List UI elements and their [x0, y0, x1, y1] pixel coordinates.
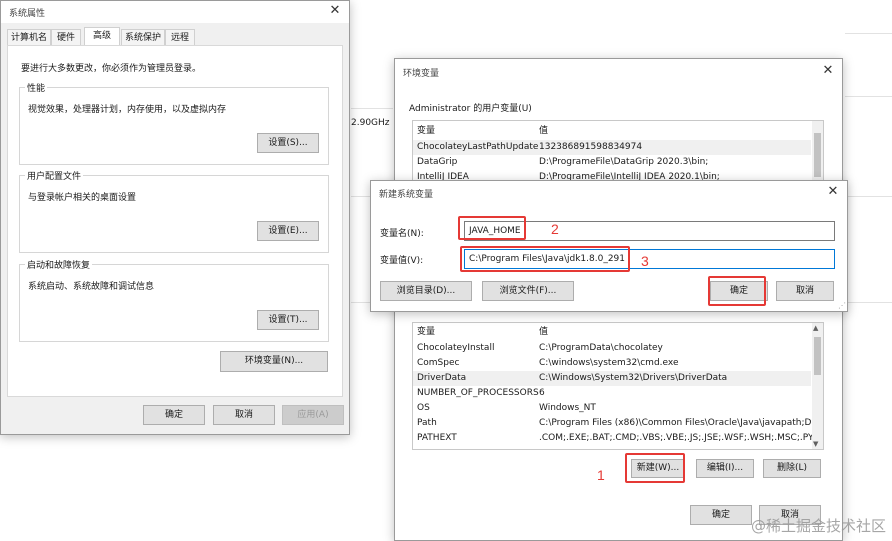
- window-title: 新建系统变量: [379, 190, 434, 200]
- variable-name: OS: [417, 403, 430, 413]
- step-number-2: 2: [551, 221, 559, 237]
- tab-computer-name[interactable]: 计算机名: [7, 29, 51, 45]
- close-icon[interactable]: ✕: [327, 3, 343, 19]
- delete-variable-button[interactable]: 删除(L): [763, 459, 821, 478]
- list-item[interactable]: OS Windows_NT: [413, 401, 811, 416]
- variable-name: ComSpec: [417, 358, 460, 368]
- variable-name: PATHEXT: [417, 433, 457, 443]
- watermark: @稀土掘金技术社区: [750, 517, 886, 535]
- performance-settings-button[interactable]: 设置(S)...: [257, 133, 319, 153]
- variable-value: .COM;.EXE;.BAT;.CMD;.VBS;.VBE;.JS;.JSE;.…: [539, 433, 824, 443]
- cpu-speed-text: 2.90GHz: [351, 118, 390, 128]
- column-header-name[interactable]: 变量: [417, 124, 435, 139]
- step-number-1: 1: [597, 467, 605, 483]
- resize-grip-icon[interactable]: ⋰: [838, 301, 846, 310]
- variable-value: 132386891598834974: [539, 142, 643, 152]
- bg-divider: [351, 108, 393, 109]
- list-item[interactable]: NUMBER_OF_PROCESSORS 6: [413, 386, 811, 401]
- bg-divider: [845, 33, 892, 34]
- variable-name: NUMBER_OF_PROCESSORS: [417, 388, 539, 398]
- tab-remote[interactable]: 远程: [165, 29, 195, 45]
- group-description: 视觉效果，处理器计划，内存使用，以及虚拟内存: [28, 105, 227, 115]
- column-header-value[interactable]: 值: [539, 325, 548, 340]
- step-number-3: 3: [641, 253, 649, 269]
- scroll-up-icon[interactable]: ▲: [813, 324, 818, 332]
- scrollbar-thumb[interactable]: [814, 133, 821, 177]
- bg-divider: [845, 196, 892, 197]
- startup-settings-button[interactable]: 设置(T)...: [257, 310, 319, 330]
- bg-divider: [845, 96, 892, 97]
- highlight-box-variable-name: [458, 216, 526, 240]
- title-bar: 系统属性 ✕: [1, 1, 349, 23]
- title-bar: 环境变量 ✕: [395, 59, 842, 81]
- variable-name: DataGrip: [417, 157, 458, 167]
- ok-button[interactable]: 确定: [690, 505, 752, 525]
- column-header-value[interactable]: 值: [539, 124, 548, 139]
- variable-value: D:\ProgrameFile\DataGrip 2020.3\bin;: [539, 157, 709, 167]
- variable-value: Windows_NT: [539, 403, 596, 413]
- scrollbar-thumb[interactable]: [814, 337, 821, 375]
- cancel-button[interactable]: 取消: [776, 281, 834, 301]
- edit-variable-button[interactable]: 编辑(I)...: [696, 459, 754, 478]
- scroll-down-icon[interactable]: ▼: [813, 440, 818, 448]
- title-bar: 新建系统变量 ✕: [371, 181, 847, 203]
- list-item[interactable]: ChocolateyInstall C:\ProgramData\chocola…: [413, 341, 811, 356]
- highlight-box-new: [625, 453, 685, 483]
- tab-hardware[interactable]: 硬件: [51, 29, 81, 45]
- browse-directory-button[interactable]: 浏览目录(D)...: [380, 281, 472, 301]
- list-item[interactable]: DriverData C:\Windows\System32\Drivers\D…: [413, 371, 811, 386]
- user-variables-label: Administrator 的用户变量(U): [409, 104, 532, 114]
- list-item[interactable]: Path C:\Program Files (x86)\Common Files…: [413, 416, 823, 431]
- scrollbar[interactable]: ▲ ▼: [812, 323, 823, 449]
- browse-file-button[interactable]: 浏览文件(F)...: [482, 281, 574, 301]
- list-item[interactable]: ChocolateyLastPathUpdate 132386891598834…: [413, 140, 811, 155]
- bg-divider: [845, 302, 892, 303]
- group-description: 系统启动、系统故障和调试信息: [28, 282, 155, 292]
- variable-value: C:\Windows\System32\Drivers\DriverData: [539, 373, 728, 383]
- list-item[interactable]: DataGrip D:\ProgrameFile\DataGrip 2020.3…: [413, 155, 811, 170]
- window-title: 环境变量: [403, 69, 440, 79]
- variable-value: 6: [539, 388, 545, 398]
- group-label: 用户配置文件: [25, 169, 84, 182]
- window-title: 系统属性: [9, 9, 46, 19]
- variable-name: ChocolateyInstall: [417, 343, 495, 353]
- profile-settings-button[interactable]: 设置(E)...: [257, 221, 319, 241]
- group-label: 启动和故障恢复: [25, 258, 93, 271]
- highlight-box-ok: [708, 276, 766, 306]
- variable-value: C:\ProgramData\chocolatey: [539, 343, 663, 353]
- system-variables-list[interactable]: 变量 值 ChocolateyInstall C:\ProgramData\ch…: [412, 322, 824, 450]
- list-header: 变量 值: [413, 124, 811, 139]
- close-icon[interactable]: ✕: [825, 184, 841, 200]
- system-properties-window: 系统属性 ✕ 计算机名 硬件 高级 系统保护 远程 要进行大多数更改，你必须作为…: [0, 0, 350, 435]
- variable-name: ChocolateyLastPathUpdate: [417, 142, 539, 152]
- column-header-name[interactable]: 变量: [417, 325, 435, 340]
- ok-button[interactable]: 确定: [143, 405, 205, 425]
- highlight-box-variable-value: [460, 246, 630, 272]
- environment-variables-button[interactable]: 环境变量(N)...: [220, 351, 328, 372]
- variable-name-label: 变量名(N):: [380, 229, 424, 239]
- admin-note: 要进行大多数更改，你必须作为管理员登录。: [21, 64, 202, 74]
- group-description: 与登录帐户相关的桌面设置: [28, 193, 137, 203]
- group-label: 性能: [25, 81, 48, 94]
- variable-value: C:\Program Files (x86)\Common Files\Orac…: [539, 418, 824, 428]
- variable-value-label: 变量值(V):: [380, 256, 424, 266]
- variable-name: DriverData: [417, 373, 467, 383]
- variable-value: C:\windows\system32\cmd.exe: [539, 358, 679, 368]
- tab-system-protection[interactable]: 系统保护: [121, 29, 165, 45]
- variable-name: Path: [417, 418, 437, 428]
- list-item[interactable]: ComSpec C:\windows\system32\cmd.exe: [413, 356, 811, 371]
- user-profile-group: 用户配置文件 与登录帐户相关的桌面设置 设置(E)...: [19, 169, 329, 253]
- list-header: 变量 值: [413, 325, 811, 340]
- list-item[interactable]: PATHEXT .COM;.EXE;.BAT;.CMD;.VBS;.VBE;.J…: [413, 431, 823, 446]
- cancel-button[interactable]: 取消: [213, 405, 275, 425]
- close-icon[interactable]: ✕: [820, 63, 836, 79]
- startup-recovery-group: 启动和故障恢复 系统启动、系统故障和调试信息 设置(T)...: [19, 258, 329, 342]
- tab-advanced[interactable]: 高级: [84, 27, 120, 46]
- tab-content-panel: 要进行大多数更改，你必须作为管理员登录。 性能 视觉效果，处理器计划，内存使用，…: [7, 45, 343, 397]
- performance-group: 性能 视觉效果，处理器计划，内存使用，以及虚拟内存 设置(S)...: [19, 81, 329, 165]
- apply-button[interactable]: 应用(A): [282, 405, 344, 425]
